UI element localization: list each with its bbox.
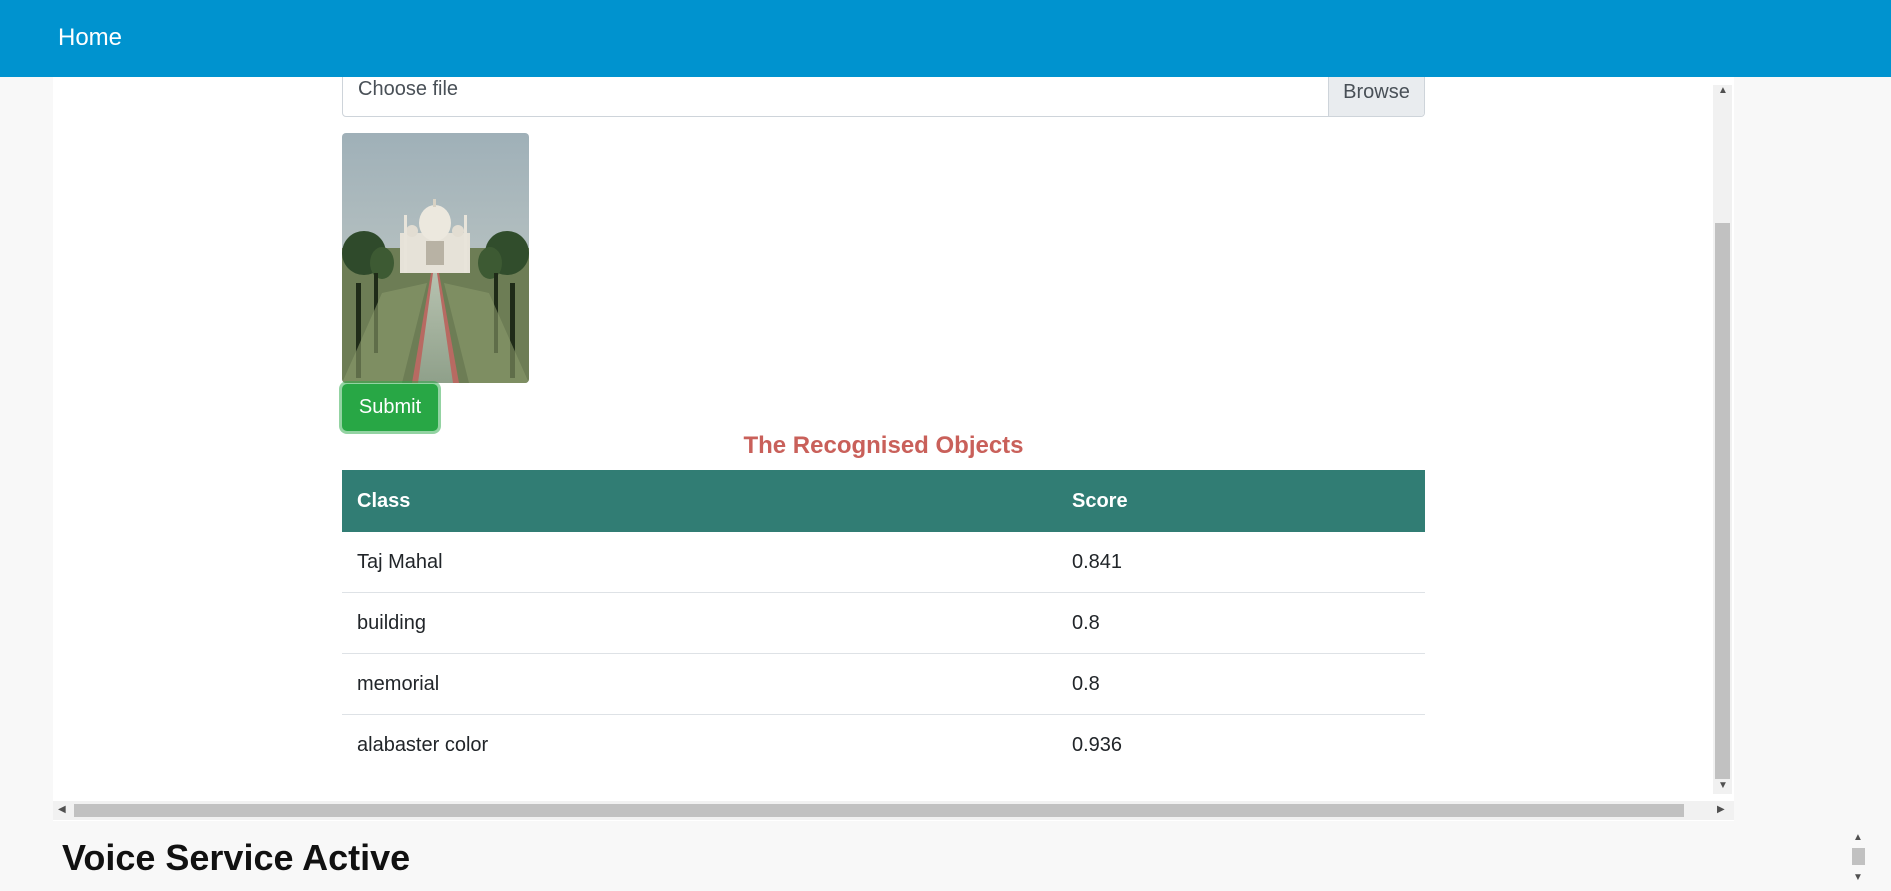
table-row: alabaster color 0.936	[342, 715, 1425, 776]
table-row: Taj Mahal 0.841	[342, 532, 1425, 593]
page-scroll-down-icon[interactable]: ▼	[1853, 872, 1863, 883]
class-cell: alabaster color	[357, 733, 489, 756]
scroll-down-icon[interactable]: ▼	[1718, 780, 1728, 791]
voice-service-status: Voice Service Active	[62, 837, 411, 878]
nav-home-link[interactable]: Home	[58, 24, 122, 52]
scroll-left-icon[interactable]: ◀	[58, 804, 66, 815]
score-cell: 0.8	[1057, 592, 1425, 654]
table-row: building 0.8	[342, 592, 1425, 654]
column-header-score: Score	[1057, 470, 1425, 532]
class-cell: Taj Mahal	[342, 532, 1057, 593]
results-table: Class Score Taj Mahal 0.841 building 0.8…	[342, 470, 1425, 775]
table-header-row: Class Score	[342, 470, 1425, 532]
submit-button[interactable]: Submit	[342, 384, 438, 431]
file-input-placeholder: Choose file	[358, 78, 459, 100]
horizontal-scroll-thumb[interactable]	[74, 804, 1684, 817]
frame-vertical-scrollbar[interactable]: ▲ ▼	[1713, 85, 1732, 794]
uploaded-image-preview	[342, 133, 529, 383]
class-cell: building	[342, 592, 1057, 654]
scroll-right-icon[interactable]: ▶	[1717, 804, 1725, 815]
top-navbar: Home	[0, 0, 1891, 77]
page-vertical-scrollbar[interactable]: ▲ ▼	[1849, 828, 1868, 888]
scroll-up-icon[interactable]: ▲	[1718, 85, 1728, 96]
score-cell: 0.936	[1072, 733, 1123, 756]
score-cell: 0.841	[1057, 532, 1425, 593]
table-row: memorial 0.8	[342, 653, 1425, 715]
file-input[interactable]: Choose file Browse	[342, 77, 1425, 117]
taj-mahal-photo	[342, 133, 529, 383]
results-title: The Recognised Objects	[743, 432, 1024, 459]
column-header-class: Class	[342, 470, 1057, 532]
browse-button[interactable]: Browse	[1328, 77, 1424, 116]
frame-horizontal-scrollbar[interactable]: ◀ ▶	[53, 801, 1734, 820]
page-scroll-thumb[interactable]	[1852, 848, 1865, 865]
vertical-scroll-thumb[interactable]	[1715, 223, 1730, 779]
embedded-frame: Choose file Browse Submit The Recognised…	[53, 77, 1734, 821]
class-cell: memorial	[342, 653, 1057, 715]
score-cell: 0.8	[1057, 653, 1425, 715]
page-scroll-up-icon[interactable]: ▲	[1853, 832, 1863, 843]
